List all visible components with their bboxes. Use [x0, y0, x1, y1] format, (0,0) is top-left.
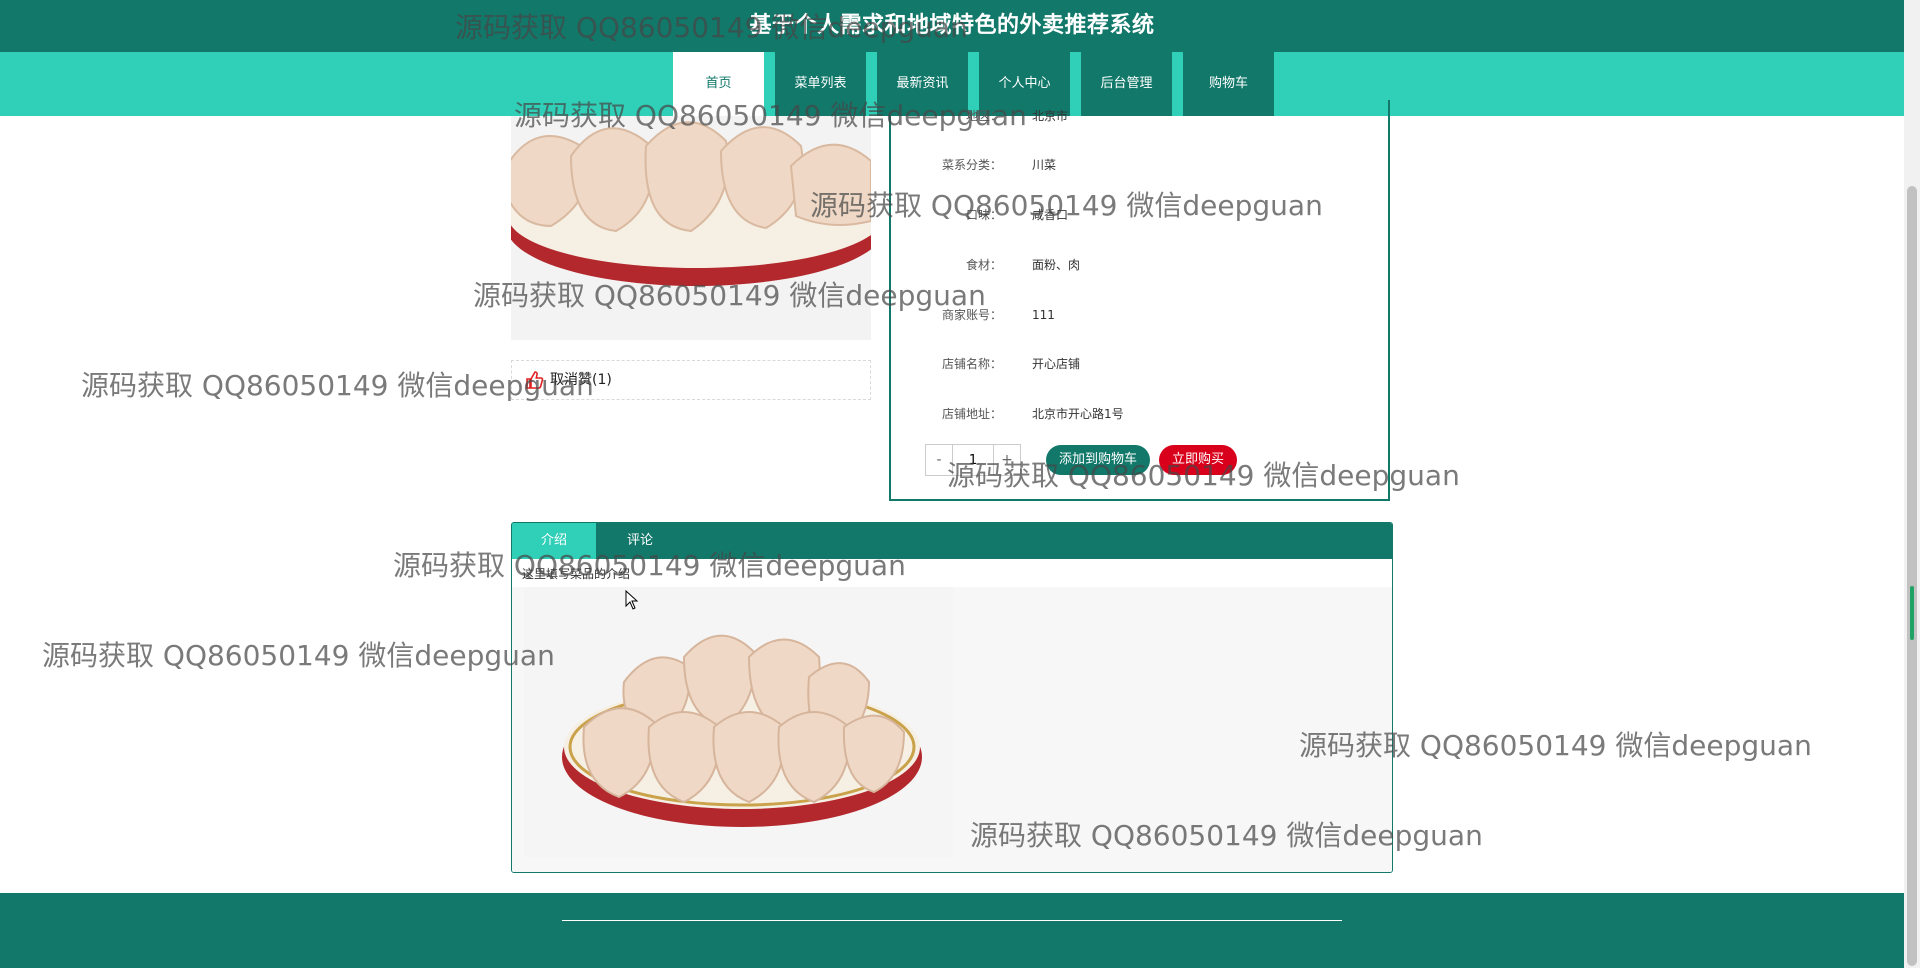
nav-item-home[interactable]: 首页: [673, 52, 764, 116]
quantity-increment-button[interactable]: +: [994, 445, 1020, 475]
like-label: 取消赞(1): [550, 372, 612, 388]
add-to-cart-button[interactable]: 添加到购物车: [1046, 445, 1150, 475]
quantity-decrement-button[interactable]: -: [926, 445, 952, 475]
dumplings-image-icon: [524, 587, 954, 857]
info-label: 菜系分类：: [941, 158, 1002, 172]
info-value: 川菜: [1032, 158, 1057, 172]
info-row-cuisine: 菜系分类： 川菜: [891, 155, 1388, 175]
footer: [0, 893, 1904, 968]
nav-item-menu-list[interactable]: 菜单列表: [775, 52, 866, 116]
page-scrollbar[interactable]: [1904, 0, 1920, 968]
info-row-taste: 口味： 咸香口: [891, 205, 1388, 225]
site-title: 基于个人需求和地域特色的外卖推荐系统: [749, 13, 1155, 38]
buy-now-button[interactable]: 立即购买: [1159, 445, 1237, 475]
info-value: 北京市开心路1号: [1032, 407, 1124, 421]
quantity-stepper: - +: [925, 444, 1021, 476]
info-row-region: 地区： 北京市: [891, 106, 1388, 126]
info-label: 店铺地址：: [941, 407, 1002, 421]
detail-image: [524, 587, 954, 857]
info-value: 111: [1032, 308, 1055, 322]
dumplings-image-icon: [511, 116, 871, 340]
page: 基于个人需求和地域特色的外卖推荐系统 首页 菜单列表 最新资讯 个人中心 后台管…: [0, 0, 1904, 968]
info-label: 商家账号：: [941, 308, 1002, 322]
intro-text: 这里填写菜品的介绍: [522, 567, 631, 581]
info-label: 食材：: [965, 258, 1002, 272]
info-value: 面粉、肉: [1032, 258, 1081, 272]
watermark: 源码获取 QQ86050149 微信deepguan: [42, 639, 555, 672]
info-row-merchant-account: 商家账号： 111: [891, 305, 1388, 325]
info-value: 咸香口: [1032, 208, 1069, 222]
thumbs-up-icon: [526, 371, 544, 389]
tab-comments[interactable]: 评论: [596, 523, 684, 559]
tab-intro[interactable]: 介绍: [512, 523, 596, 559]
info-row-shop-name: 店铺名称： 开心店铺: [891, 354, 1388, 374]
footer-divider: [562, 920, 1342, 921]
detail-panel: 介绍 评论 这里填写菜品的介绍: [511, 522, 1393, 873]
info-row-shop-address: 店铺地址： 北京市开心路1号: [891, 404, 1388, 424]
info-value: 开心店铺: [1032, 357, 1081, 371]
mouse-cursor-icon: [625, 590, 639, 610]
info-value: 北京市: [1032, 109, 1069, 123]
like-toggle[interactable]: 取消赞(1): [511, 360, 871, 400]
detail-tabs: 介绍 评论: [512, 523, 1392, 559]
scrollbar-marker: [1910, 586, 1914, 640]
info-label: 口味：: [965, 208, 1002, 222]
quantity-input[interactable]: [952, 445, 994, 475]
info-row-ingredients: 食材： 面粉、肉: [891, 255, 1388, 275]
info-label: 地区：: [965, 109, 1002, 123]
scrollbar-thumb[interactable]: [1907, 186, 1917, 966]
product-info-panel: 地区： 北京市 菜系分类： 川菜 口味： 咸香口 食材： 面粉、肉 商家账号： …: [889, 100, 1390, 501]
top-bar: 基于个人需求和地域特色的外卖推荐系统: [0, 0, 1904, 52]
product-image: [511, 116, 871, 340]
info-label: 店铺名称：: [941, 357, 1002, 371]
